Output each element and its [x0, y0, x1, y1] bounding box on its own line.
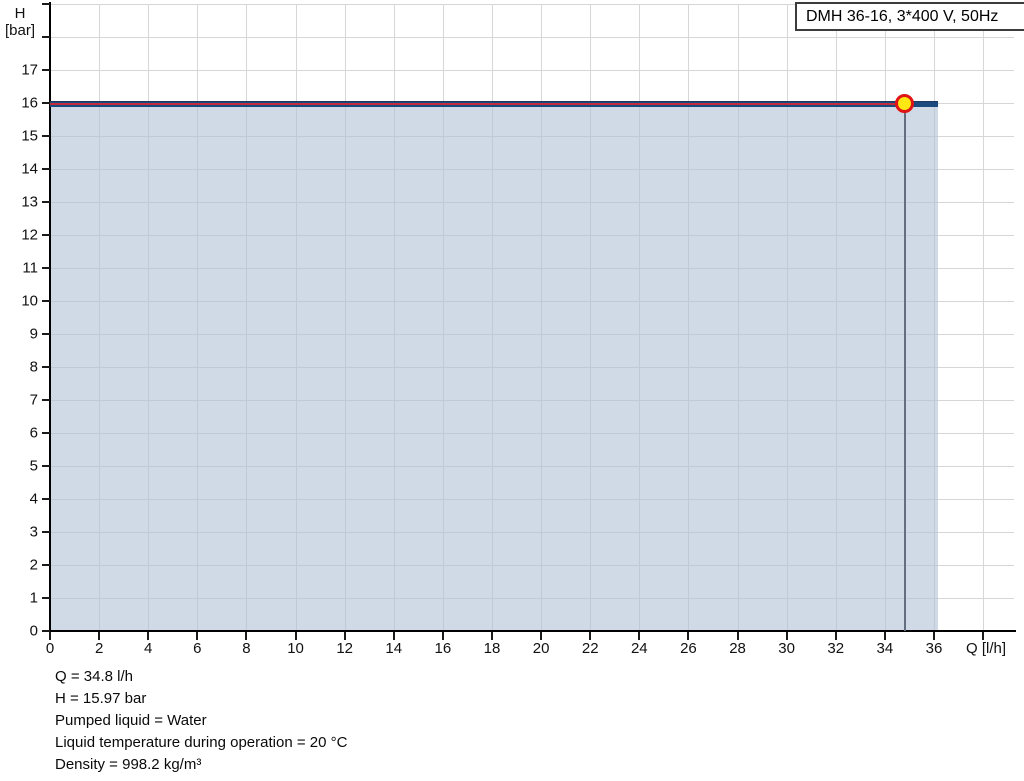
- y-tick-label: 4: [29, 490, 38, 508]
- x-axis-line: [44, 630, 1016, 632]
- x-tick-label: 22: [581, 640, 599, 657]
- y-axis-tick: [42, 267, 50, 269]
- y-axis-tick: [42, 366, 50, 368]
- x-tick-label: 28: [729, 640, 746, 657]
- y-tick-label: 2: [29, 556, 38, 574]
- x-tick-label: 0: [45, 640, 55, 657]
- y-axis-tick: [42, 168, 50, 170]
- y-axis-line: [49, 2, 51, 637]
- result-info-block: Q = 34.8 l/h H = 15.97 bar Pumped liquid…: [55, 666, 347, 776]
- gridline-horizontal: [50, 37, 1014, 38]
- operating-range-line: [50, 102, 905, 106]
- y-axis-title-unit: [bar]: [4, 22, 35, 39]
- y-axis-tick: [42, 135, 50, 137]
- x-axis-tick: [98, 632, 101, 640]
- y-axis-tick: [42, 69, 50, 71]
- y-axis-tick: [42, 333, 50, 335]
- x-tick-label: 4: [144, 640, 153, 657]
- info-pumped-liquid: Pumped liquid = Water: [55, 712, 207, 729]
- y-axis-tick: [42, 630, 50, 632]
- gridline-vertical: [983, 4, 985, 631]
- y-tick-label: 17: [21, 61, 38, 79]
- x-tick-label: 2: [94, 640, 104, 657]
- y-tick-label: 15: [21, 127, 38, 145]
- x-axis-tick: [245, 632, 248, 640]
- x-tick-label: 30: [778, 640, 795, 657]
- y-tick-label: 9: [29, 325, 38, 343]
- y-tick-label: 10: [21, 292, 38, 310]
- x-tick-label: 36: [925, 640, 943, 657]
- y-tick-label: 0: [29, 622, 38, 640]
- y-axis-tick: [42, 3, 50, 5]
- info-liquid-temperature: Liquid temperature during operation = 20…: [55, 734, 348, 751]
- y-tick-label: 14: [21, 160, 38, 178]
- info-density: Density = 998.2 kg/m³: [55, 756, 202, 773]
- x-axis-tick: [343, 632, 346, 640]
- x-tick-label: 18: [483, 640, 501, 657]
- y-tick-label: 5: [29, 457, 38, 475]
- x-tick-label: 14: [385, 640, 403, 657]
- x-tick-label: 26: [680, 640, 697, 657]
- info-head: H = 15.97 bar: [55, 690, 147, 707]
- x-tick-label: 8: [242, 640, 251, 657]
- x-axis-tick: [834, 632, 837, 640]
- x-tick-label: 12: [336, 640, 353, 657]
- x-axis-tick: [49, 632, 51, 640]
- x-axis-tick: [441, 632, 444, 640]
- chart-plot-area: 0 2 4 6 8 10 12 14 16 18 20 22 24 26 28 30 32 34 36 0 1 2 3 4 5 6…: [0, 0, 1024, 781]
- y-tick-label: 7: [29, 391, 38, 409]
- y-axis-tick: [42, 597, 50, 599]
- x-axis-tick: [294, 632, 297, 640]
- y-axis-title-symbol: H: [14, 5, 26, 22]
- gridline-horizontal: [50, 70, 1014, 71]
- pump-curve-chart: 0 2 4 6 8 10 12 14 16 18 20 22 24 26 28 30 32 34 36 0 1 2 3 4 5 6…: [0, 0, 1024, 781]
- x-tick-label: 32: [827, 640, 845, 657]
- x-axis-tick: [883, 632, 886, 640]
- y-tick-label: 11: [22, 259, 38, 277]
- x-tick-label: 24: [630, 640, 648, 657]
- y-tick-label: 16: [21, 94, 38, 112]
- duty-point-drop-line: [903, 103, 906, 631]
- y-axis-tick: [42, 432, 50, 434]
- x-axis-tick: [540, 632, 543, 640]
- legend-box: DMH 36-16, 3*400 V, 50Hz: [795, 2, 1024, 31]
- x-axis-tick: [147, 632, 150, 640]
- x-axis-tick: [490, 632, 493, 640]
- y-axis-tick: [42, 36, 50, 38]
- x-tick-label: 10: [287, 640, 304, 657]
- y-axis-tick: [42, 564, 50, 566]
- y-axis-tick: [42, 531, 50, 533]
- y-axis-tick: [42, 102, 50, 104]
- y-tick-label: 8: [29, 358, 38, 376]
- y-axis-tick: [42, 300, 50, 302]
- y-tick-label: 13: [21, 193, 38, 211]
- x-axis-tick: [736, 632, 739, 640]
- y-axis-tick: [42, 465, 50, 467]
- y-axis-tick: [42, 498, 50, 500]
- y-axis-tick: [42, 234, 50, 236]
- curve-area-fill: [51, 103, 938, 630]
- x-axis-tick: [392, 632, 395, 640]
- x-axis-title: Q [l/h]: [966, 640, 1007, 657]
- x-axis-tick: [785, 632, 788, 640]
- x-tick-label: 16: [434, 640, 452, 657]
- x-axis-tick: [687, 632, 690, 640]
- x-axis-tick: [982, 632, 985, 640]
- y-tick-label: 3: [29, 523, 38, 541]
- x-axis-tick: [932, 632, 935, 640]
- x-tick-label: 6: [193, 640, 202, 657]
- x-axis-tick: [196, 632, 199, 640]
- x-tick-label: 20: [532, 640, 550, 657]
- x-tick-label: 34: [876, 640, 894, 657]
- y-axis-tick: [42, 201, 50, 203]
- legend-label: DMH 36-16, 3*400 V, 50Hz: [806, 7, 999, 25]
- info-flow: Q = 34.8 l/h: [55, 668, 133, 685]
- y-tick-label: 1: [29, 589, 38, 607]
- x-axis-tick: [638, 632, 641, 640]
- y-axis-tick: [42, 399, 50, 401]
- y-tick-label: 6: [29, 424, 38, 442]
- y-tick-label: 12: [21, 226, 38, 244]
- x-axis-tick: [589, 632, 592, 640]
